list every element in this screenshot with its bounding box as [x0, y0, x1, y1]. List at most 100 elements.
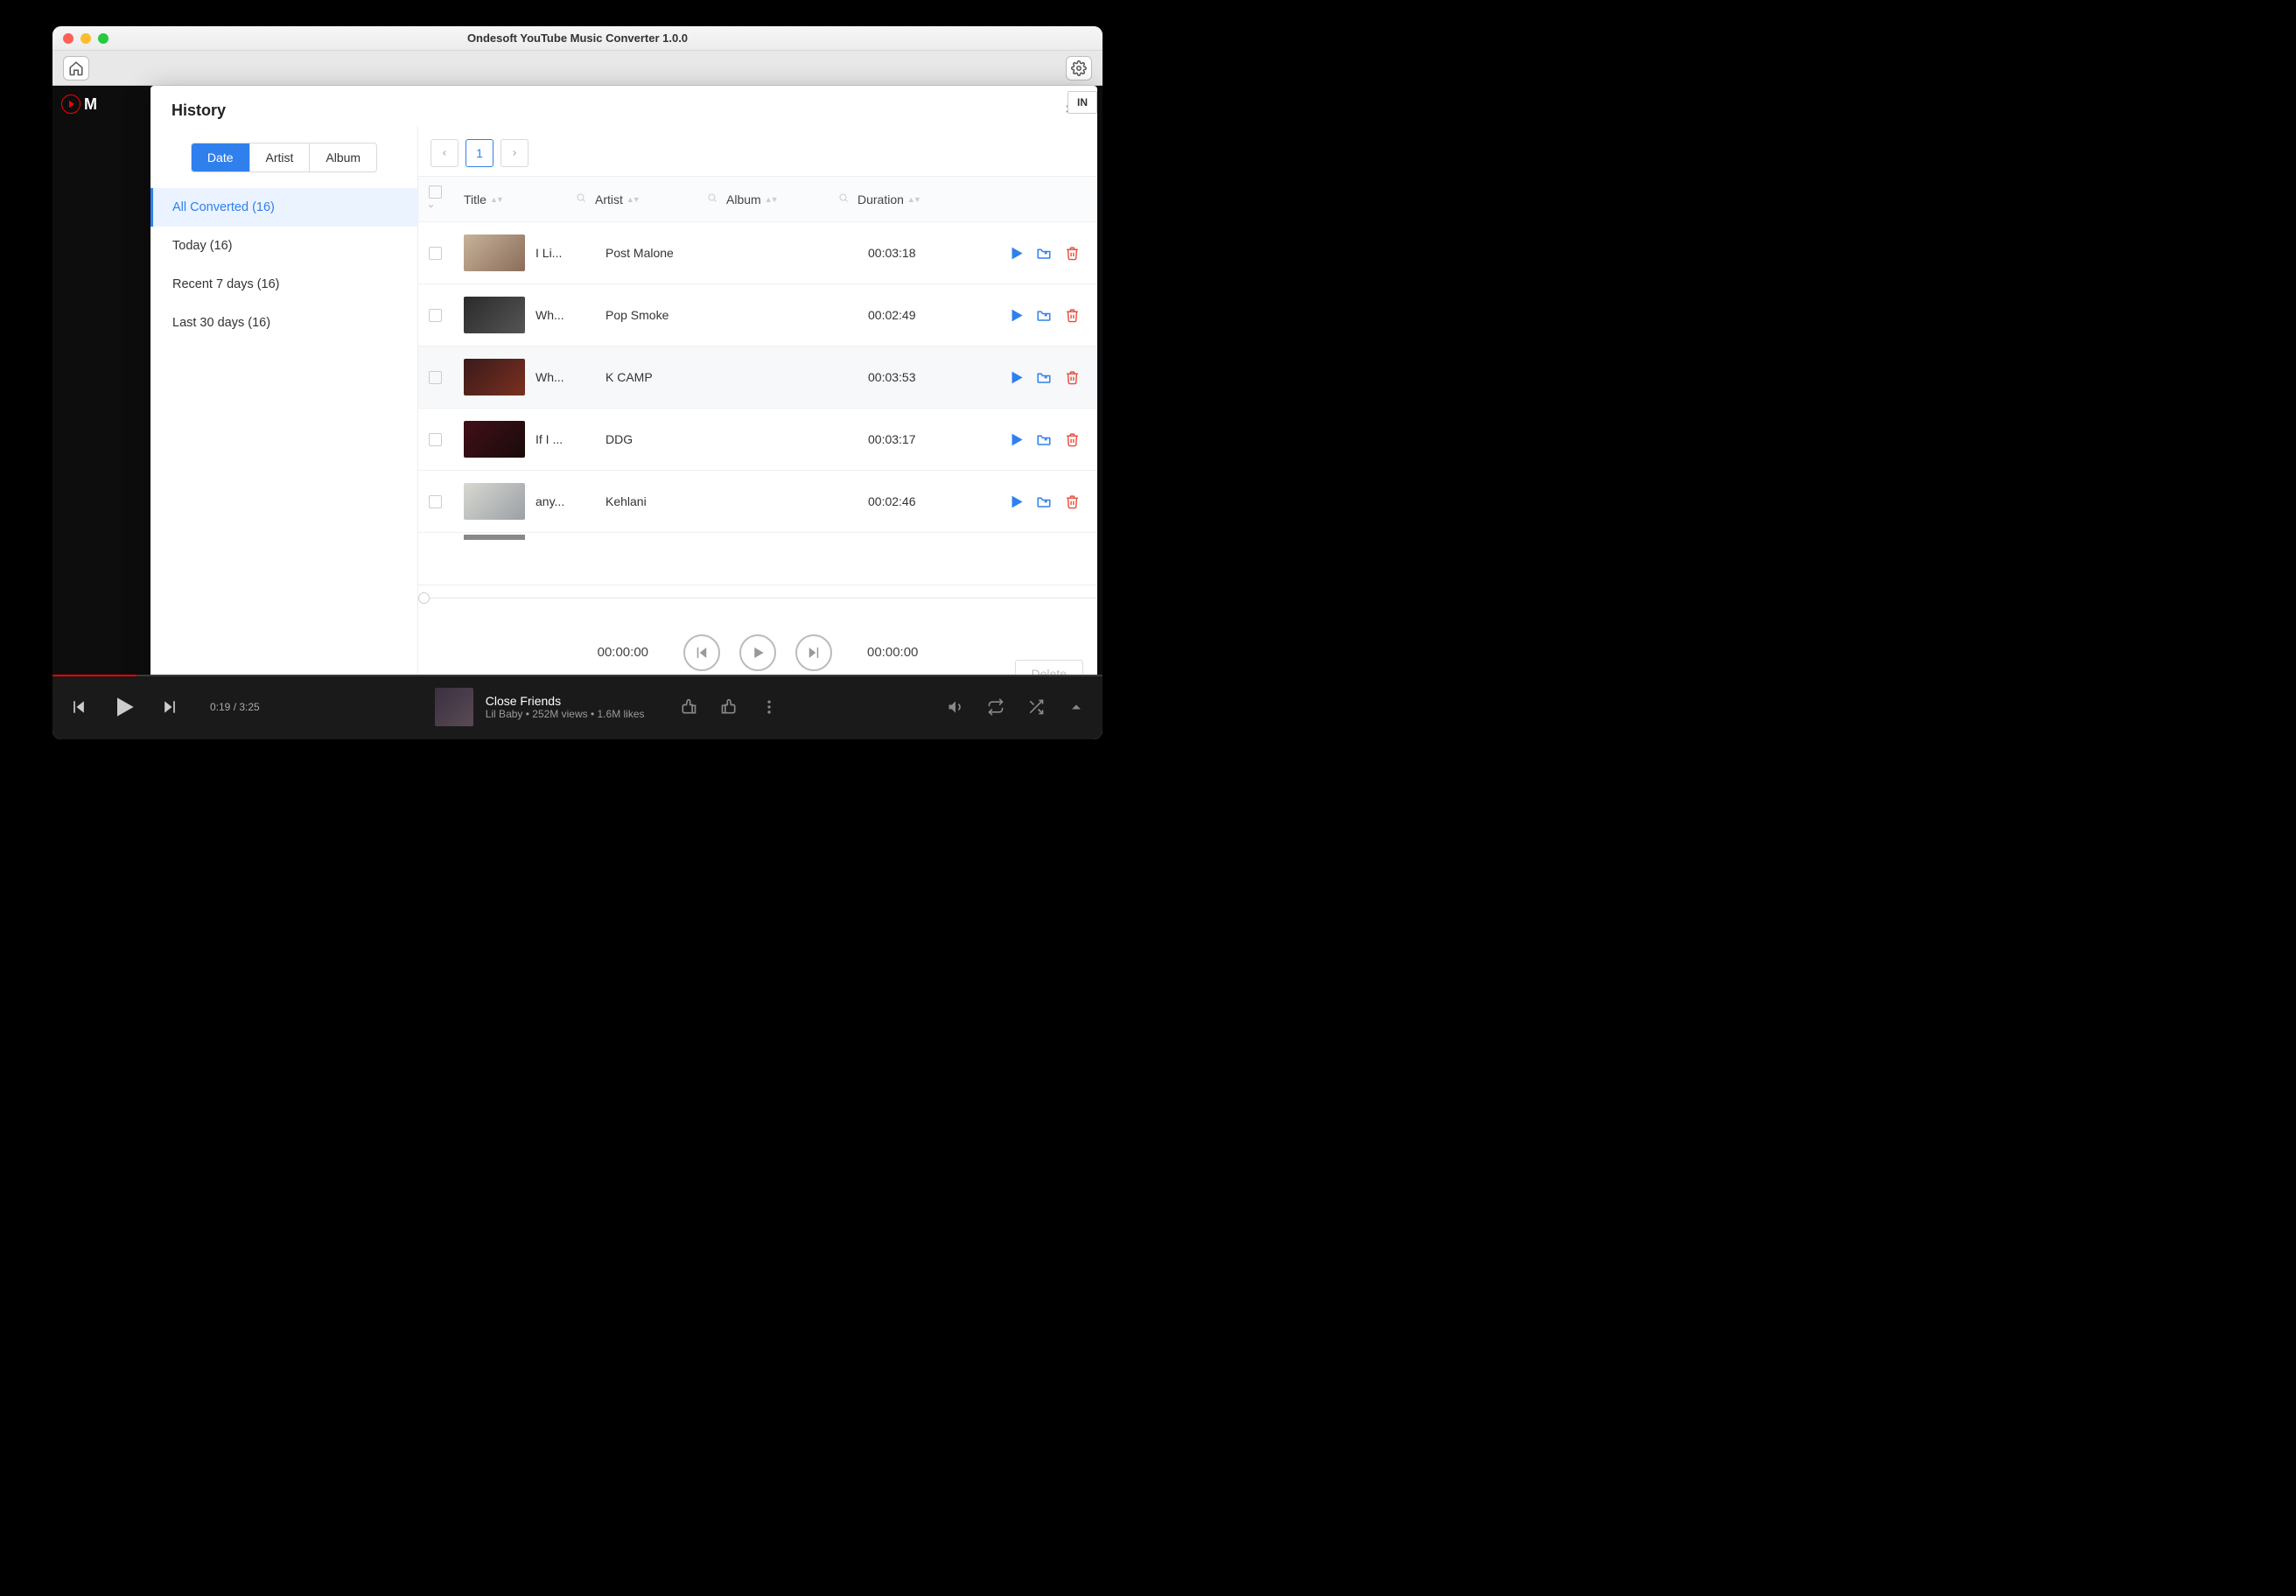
table-row[interactable]: If I ... DDG 00:03:17 — [418, 409, 1097, 471]
row-artist: K CAMP — [606, 370, 737, 384]
row-delete-button[interactable] — [1064, 245, 1080, 261]
yt-progress-fill — [52, 675, 136, 676]
search-title-icon[interactable] — [576, 192, 586, 206]
row-delete-button[interactable] — [1064, 494, 1080, 509]
folder-open-icon — [1036, 307, 1052, 323]
search-icon — [707, 192, 718, 203]
yt-next-button[interactable] — [161, 698, 178, 716]
repeat-icon — [987, 698, 1004, 716]
sort-icon[interactable]: ▲▼ — [490, 195, 502, 204]
row-play-button[interactable] — [1008, 494, 1024, 509]
window-close[interactable] — [63, 33, 74, 44]
sidebar-item-last-30-days[interactable]: Last 30 days (16) — [150, 304, 417, 342]
sidebar-item-today[interactable]: Today (16) — [150, 227, 417, 265]
row-thumbnail — [464, 483, 525, 520]
row-open-folder-button[interactable] — [1036, 494, 1052, 509]
table-row[interactable]: I Li... Post Malone 00:03:18 — [418, 222, 1097, 284]
folder-open-icon — [1036, 245, 1052, 261]
row-open-folder-button[interactable] — [1036, 245, 1052, 261]
play-pause-button[interactable] — [739, 634, 776, 671]
yt-dislike-button[interactable] — [680, 698, 697, 716]
play-icon — [1009, 432, 1024, 447]
row-checkbox[interactable] — [429, 433, 442, 446]
table-row[interactable]: Wh... Pop Smoke 00:02:49 — [418, 284, 1097, 346]
yt-now-playing[interactable]: Close Friends Lil Baby • 252M views • 1.… — [435, 688, 778, 726]
settings-button[interactable] — [1066, 56, 1092, 80]
yt-play-button[interactable] — [110, 693, 138, 721]
skip-forward-icon — [806, 645, 822, 661]
play-icon — [1009, 494, 1024, 509]
row-play-button[interactable] — [1008, 369, 1024, 385]
table-row[interactable]: Wh... K CAMP 00:03:53 — [418, 346, 1097, 409]
sort-icon[interactable]: ▲▼ — [626, 195, 639, 204]
row-duration: 00:03:53 — [868, 370, 982, 384]
row-delete-button[interactable] — [1064, 307, 1080, 323]
history-modal: History Date Artist Album All Converted … — [150, 86, 1097, 698]
yt-now-thumbnail — [435, 688, 473, 726]
sidebar-item-all-converted[interactable]: All Converted (16) — [150, 188, 417, 227]
header-title[interactable]: Title — [464, 192, 486, 206]
search-artist-icon[interactable] — [707, 192, 718, 206]
select-all-checkbox[interactable] — [429, 186, 442, 199]
folder-open-icon — [1036, 494, 1052, 509]
row-play-button[interactable] — [1008, 431, 1024, 447]
yt-now-subtitle: Lil Baby • 252M views • 1.6M likes — [486, 708, 645, 720]
row-duration: 00:03:17 — [868, 432, 982, 446]
row-thumbnail — [464, 297, 525, 333]
home-button[interactable] — [63, 56, 89, 80]
skip-forward-icon — [161, 698, 178, 716]
sidebar-item-recent-7-days[interactable]: Recent 7 days (16) — [150, 265, 417, 304]
sort-icon[interactable]: ▲▼ — [907, 195, 920, 204]
prev-track-button[interactable] — [683, 634, 720, 671]
trash-icon — [1065, 494, 1080, 509]
header-album[interactable]: Album — [726, 192, 761, 206]
window-minimize[interactable] — [80, 33, 91, 44]
yt-shuffle-button[interactable] — [1027, 698, 1045, 716]
yt-volume-button[interactable] — [947, 698, 964, 716]
row-checkbox[interactable] — [429, 495, 442, 508]
search-icon — [838, 192, 849, 203]
row-checkbox[interactable] — [429, 309, 442, 322]
row-delete-button[interactable] — [1064, 369, 1080, 385]
segment-date[interactable]: Date — [192, 144, 250, 172]
yt-more-button[interactable] — [760, 698, 778, 716]
toolbar — [52, 51, 1102, 86]
row-checkbox[interactable] — [429, 247, 442, 260]
header-artist[interactable]: Artist — [595, 192, 623, 206]
table-row[interactable]: any... Kehlani 00:02:46 — [418, 471, 1097, 533]
row-delete-button[interactable] — [1064, 431, 1080, 447]
row-checkbox[interactable] — [429, 371, 442, 384]
row-open-folder-button[interactable] — [1036, 431, 1052, 447]
sort-icon[interactable]: ▲▼ — [765, 195, 777, 204]
yt-progress-bar[interactable] — [52, 675, 1102, 676]
row-open-folder-button[interactable] — [1036, 307, 1052, 323]
signin-button[interactable]: IN — [1068, 91, 1097, 114]
home-icon — [68, 60, 84, 76]
row-open-folder-button[interactable] — [1036, 369, 1052, 385]
next-track-button[interactable] — [795, 634, 832, 671]
segment-artist[interactable]: Artist — [250, 144, 311, 172]
search-album-icon[interactable] — [838, 192, 849, 206]
yt-like-button[interactable] — [720, 698, 738, 716]
table-row-partial — [418, 533, 1097, 542]
row-play-button[interactable] — [1008, 307, 1024, 323]
row-play-button[interactable] — [1008, 245, 1024, 261]
shuffle-icon — [1027, 698, 1045, 716]
yt-prev-button[interactable] — [70, 698, 88, 716]
play-icon — [1009, 246, 1024, 261]
window-maximize[interactable] — [98, 33, 108, 44]
ytmusic-logo-icon — [61, 94, 80, 114]
page-1-button[interactable]: 1 — [466, 139, 494, 167]
yt-expand-button[interactable] — [1068, 698, 1085, 716]
header-duration[interactable]: Duration — [858, 192, 904, 206]
segment-album[interactable]: Album — [310, 144, 376, 172]
page-next-button[interactable] — [500, 139, 528, 167]
chevron-down-icon[interactable] — [427, 202, 435, 210]
ytmusic-logo-text: M — [84, 95, 97, 114]
yt-repeat-button[interactable] — [987, 698, 1004, 716]
page-prev-button[interactable] — [430, 139, 458, 167]
scrubber-handle[interactable] — [418, 592, 430, 604]
folder-open-icon — [1036, 369, 1052, 385]
row-duration: 00:03:18 — [868, 246, 982, 260]
row-thumbnail — [464, 234, 525, 271]
